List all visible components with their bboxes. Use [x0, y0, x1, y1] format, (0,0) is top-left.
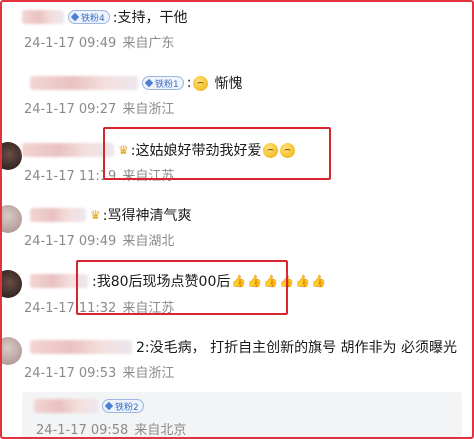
blurred-username[interactable]: [22, 143, 114, 157]
comment-header: 2:没毛病， 打折自主创新的旗号 胡作非为 必须曝光: [30, 335, 457, 359]
reply-date: 24-1-17 09:58: [36, 423, 129, 438]
thumbs-up-icon: 👍: [295, 274, 311, 288]
avatar[interactable]: [0, 270, 22, 298]
fan-badge[interactable]: 铁粉2: [102, 399, 144, 413]
comment-meta: 24-1-17 09:27 来自浙江: [24, 98, 174, 117]
avatar[interactable]: [0, 142, 22, 170]
reply-box[interactable]: 铁粉2 24-1-17 09:58 来自北京: [22, 392, 462, 439]
blurred-username[interactable]: [34, 399, 98, 413]
comment-date: 24-1-17 09:49: [24, 36, 117, 51]
crown-icon: ♛: [90, 208, 101, 222]
comment-header: 铁粉1 : 惭愧: [30, 71, 242, 95]
fan-badge[interactable]: 铁粉1: [142, 76, 184, 90]
comment-text-tail: 惭愧: [214, 76, 243, 92]
comment-meta: 24-1-17 09:53 来自浙江: [24, 362, 174, 381]
comment-location: 来自湖北: [122, 234, 175, 249]
avatar[interactable]: [0, 337, 22, 365]
blurred-username[interactable]: [22, 10, 64, 24]
comment-location: 来自浙江: [122, 366, 175, 381]
avatar[interactable]: [0, 205, 22, 233]
badge-label: 铁粉2: [115, 402, 139, 413]
thumbs-up-icon: 👍: [311, 274, 327, 288]
comment-location: 来自广东: [122, 36, 175, 51]
comment-text: :支持，干他: [112, 10, 188, 26]
badge-label: 铁粉4: [81, 13, 105, 24]
comment-meta: 24-1-17 09:49 来自广东: [24, 32, 174, 51]
blurred-username[interactable]: [30, 340, 132, 354]
reply-location: 来自北京: [134, 423, 187, 438]
comment-date: 24-1-17 09:49: [24, 234, 117, 249]
comment-header: ♛ :骂得神清气爽: [30, 203, 191, 227]
comment-text: 2:没毛病， 打折自主创新的旗号 胡作非为 必须曝光: [136, 340, 457, 356]
reply-header: 铁粉2: [34, 394, 147, 418]
blurred-username[interactable]: [30, 76, 138, 90]
fan-badge-icon: [144, 78, 154, 88]
fan-badge-icon: [104, 401, 114, 411]
fan-badge[interactable]: 铁粉4: [68, 10, 110, 24]
emoji-icon: [193, 75, 209, 91]
comment-text: :骂得神清气爽: [102, 208, 192, 224]
fan-badge-icon: [70, 12, 80, 22]
reply-meta: 24-1-17 09:58 来自北京: [36, 419, 186, 438]
highlight-box: [76, 260, 288, 315]
comment-date: 24-1-17 09:27: [24, 102, 117, 117]
comment-text: :: [186, 75, 192, 91]
highlight-box: [103, 127, 331, 180]
badge-label: 铁粉1: [155, 79, 179, 90]
comment-location: 来自浙江: [122, 102, 175, 117]
comment-header: 铁粉4 :支持，干他: [22, 5, 187, 29]
comment-date: 24-1-17 09:53: [24, 366, 117, 381]
comment-meta: 24-1-17 09:49 来自湖北: [24, 230, 174, 249]
blurred-username[interactable]: [30, 208, 86, 222]
